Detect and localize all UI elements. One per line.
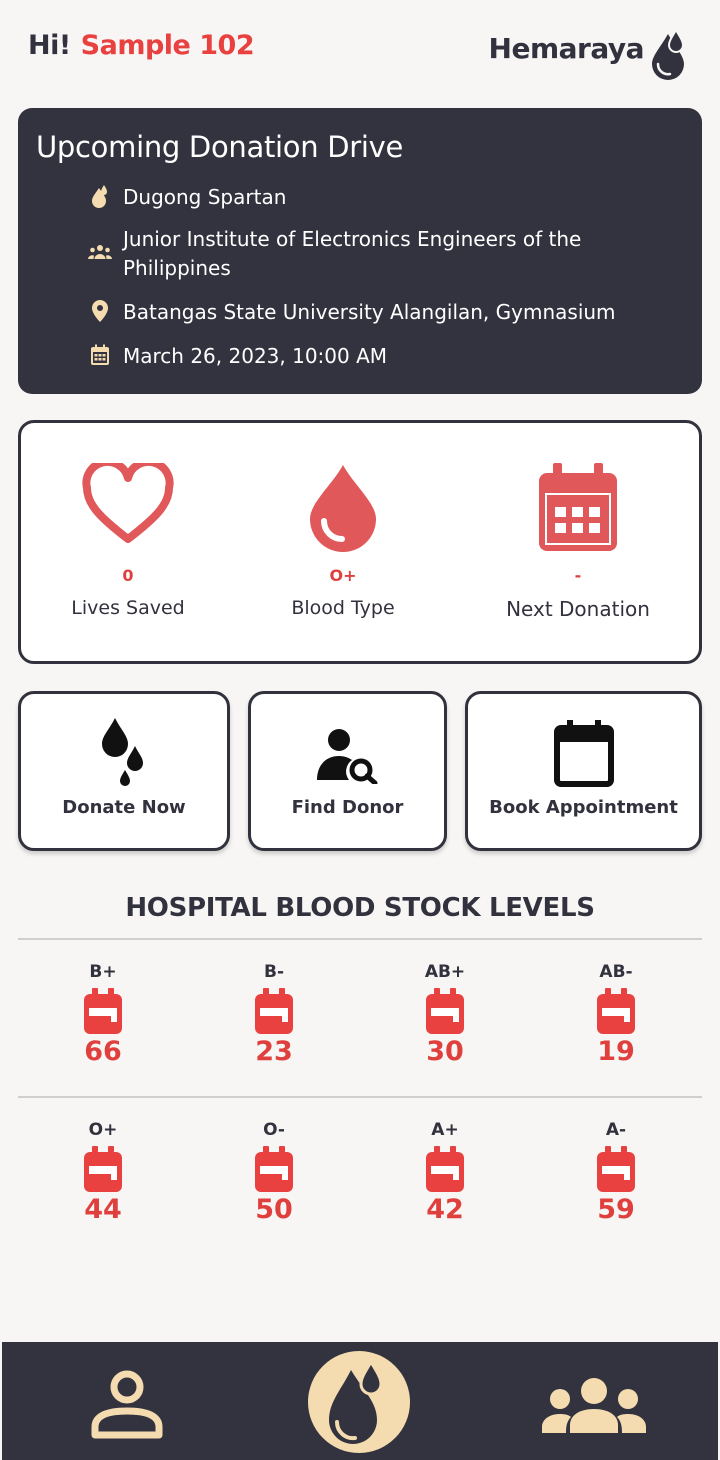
blood-type-label: O- <box>263 1120 285 1140</box>
blood-type-label: Blood Type <box>291 597 395 619</box>
stock-item-b-neg: B- 23 <box>214 962 334 1067</box>
stat-blood-type: O+ Blood Type <box>233 423 453 663</box>
donor-stats-card: 0 Lives Saved O+ Blood Type - Next Donat… <box>18 420 702 664</box>
blood-bag-icon <box>426 988 464 1034</box>
blood-count: 66 <box>84 1036 122 1067</box>
calendar-small-icon <box>88 343 112 367</box>
blood-count: 19 <box>597 1036 635 1067</box>
nav-community-button[interactable] <box>538 1372 650 1438</box>
app-header: Hi! Sample 102 Hemaraya <box>0 0 720 100</box>
stock-item-o-pos: O+ 44 <box>43 1120 163 1225</box>
greeting: Hi! Sample 102 <box>28 30 255 61</box>
lives-saved-label: Lives Saved <box>71 597 185 619</box>
blood-type-label: A- <box>605 1120 627 1140</box>
next-donation-value: - <box>574 566 582 585</box>
nav-home-button[interactable] <box>306 1350 412 1460</box>
heart-icon <box>82 463 174 543</box>
drive-group-row: Junior Institute of Electronics Engineer… <box>88 225 668 283</box>
stock-item-a-neg: A- 59 <box>556 1120 676 1225</box>
stock-item-b-pos: B+ 66 <box>43 962 163 1067</box>
stock-section-title: HOSPITAL BLOOD STOCK LEVELS <box>125 893 595 923</box>
drive-title: Upcoming Donation Drive <box>36 130 404 164</box>
blood-type-label: B- <box>263 962 284 982</box>
brand-logo-icon <box>652 28 685 80</box>
blood-type-label: A+ <box>431 1120 459 1140</box>
location-pin-icon <box>88 299 112 323</box>
blood-bag-icon <box>84 1146 122 1192</box>
stock-item-ab-pos: AB+ 30 <box>385 962 505 1067</box>
lives-saved-value: 0 <box>122 566 134 585</box>
donate-now-label: Donate Now <box>62 797 186 818</box>
blood-bag-icon <box>597 988 635 1034</box>
stat-next-donation: - Next Donation <box>468 423 688 663</box>
donate-now-button[interactable]: Donate Now <box>18 691 230 851</box>
home-drop-icon <box>308 1351 410 1453</box>
next-donation-label: Next Donation <box>506 597 650 621</box>
stock-divider-middle <box>18 1096 702 1098</box>
blood-bag-icon <box>255 1146 293 1192</box>
user-name: Sample 102 <box>80 30 255 61</box>
drive-organizer: Dugong Spartan <box>123 185 287 209</box>
drive-datetime-row: March 26, 2023, 10:00 AM <box>88 342 668 371</box>
group-icon <box>88 240 112 264</box>
book-appointment-button[interactable]: Book Appointment <box>465 691 702 851</box>
blood-bag-icon <box>84 988 122 1034</box>
blood-drop-icon <box>310 465 376 552</box>
blood-count: 23 <box>255 1036 293 1067</box>
nav-profile-button[interactable] <box>84 1366 170 1442</box>
community-icon <box>542 1378 646 1433</box>
book-appointment-label: Book Appointment <box>489 797 678 818</box>
blood-bag-icon <box>426 1146 464 1192</box>
find-donor-button[interactable]: Find Donor <box>248 691 447 851</box>
blood-count: 50 <box>255 1194 293 1225</box>
drive-datetime: March 26, 2023, 10:00 AM <box>123 344 388 368</box>
bottom-nav <box>2 1342 718 1460</box>
drive-organizer-row: Dugong Spartan <box>88 183 668 212</box>
drive-location: Batangas State University Alangilan, Gym… <box>123 300 616 324</box>
drive-location-row: Batangas State University Alangilan, Gym… <box>88 298 668 327</box>
user-search-icon <box>316 729 377 784</box>
stock-item-a-pos: A+ 42 <box>385 1120 505 1225</box>
blood-count: 30 <box>426 1036 464 1067</box>
blood-type-value: O+ <box>329 566 357 585</box>
blood-count: 59 <box>597 1194 635 1225</box>
blood-type-label: B+ <box>89 962 117 982</box>
blood-count: 44 <box>84 1194 122 1225</box>
blood-bag-icon <box>597 1146 635 1192</box>
stock-item-ab-neg: AB- 19 <box>556 962 676 1067</box>
organizer-drop-icon <box>88 184 112 208</box>
profile-icon <box>91 1370 163 1439</box>
blood-count: 42 <box>426 1194 464 1225</box>
blood-type-label: O+ <box>88 1120 118 1140</box>
brand-name: Hemaraya <box>488 32 645 65</box>
blood-type-label: AB+ <box>424 962 466 982</box>
stat-lives-saved: 0 Lives Saved <box>18 423 238 663</box>
blood-drops-icon <box>102 718 143 786</box>
upcoming-drive-card[interactable]: Upcoming Donation Drive Dugong Spartan J… <box>18 108 702 394</box>
drive-group: Junior Institute of Electronics Engineer… <box>123 227 582 280</box>
calendar-icon <box>539 463 617 551</box>
blood-bag-icon <box>255 988 293 1034</box>
blood-type-label: AB- <box>599 962 633 982</box>
stock-item-o-neg: O- 50 <box>214 1120 334 1225</box>
find-donor-label: Find Donor <box>291 797 404 818</box>
greeting-text: Hi! <box>28 30 71 61</box>
stock-divider-top <box>18 938 702 940</box>
calendar-outline-icon <box>553 720 614 787</box>
